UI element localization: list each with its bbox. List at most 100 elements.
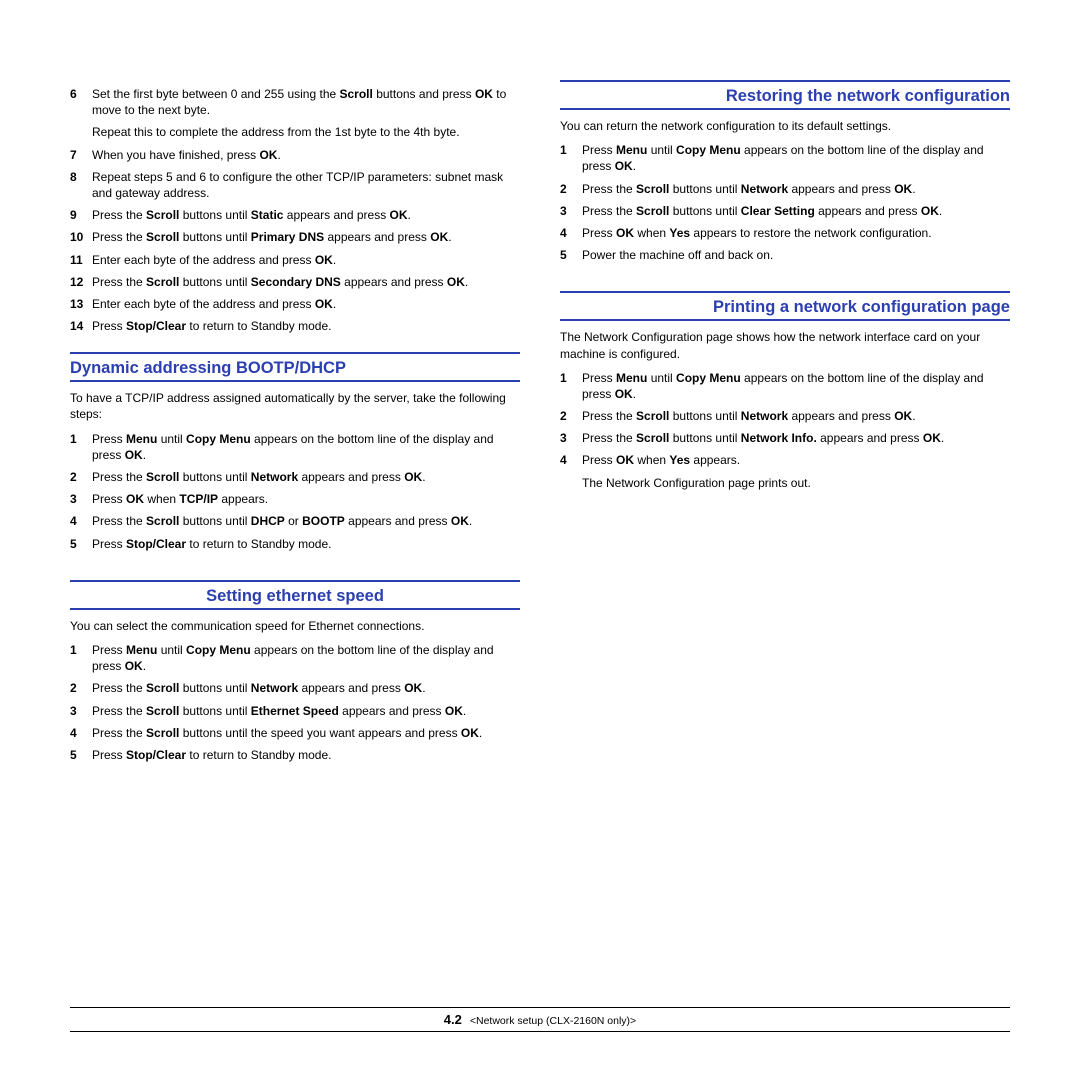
step-row: 9Press the Scroll buttons until Static a… (70, 207, 520, 223)
step-row: 3Press the Scroll buttons until Ethernet… (70, 703, 520, 719)
step-row: 3Press the Scroll buttons until Clear Se… (560, 203, 1010, 219)
step-number: 3 (70, 491, 92, 507)
step-row: 11Enter each byte of the address and pre… (70, 252, 520, 268)
step-number: 2 (560, 181, 582, 197)
step-number: 2 (70, 469, 92, 485)
step-number: 11 (70, 252, 92, 268)
step-text: Press the Scroll buttons until Network I… (582, 430, 1010, 446)
step-number: 4 (560, 225, 582, 241)
step-row: 4Press OK when Yes appears to restore th… (560, 225, 1010, 241)
heading-text: Dynamic addressing BOOTP/DHCP (70, 357, 520, 380)
step-row: 2Press the Scroll buttons until Network … (70, 469, 520, 485)
step-text: Press the Scroll buttons until DHCP or B… (92, 513, 520, 529)
step-number: 1 (70, 431, 92, 447)
step-text: Press the Scroll buttons until Primary D… (92, 229, 520, 245)
restoring-steps: 1Press Menu until Copy Menu appears on t… (560, 142, 1010, 263)
step-row: 4Press the Scroll buttons until the spee… (70, 725, 520, 741)
footer: 4.2 <Network setup (CLX-2160N only)> (70, 1007, 1010, 1032)
step-row: 3Press the Scroll buttons until Network … (560, 430, 1010, 446)
step-row: 14Press Stop/Clear to return to Standby … (70, 318, 520, 334)
step-text: Press Menu until Copy Menu appears on th… (92, 642, 520, 674)
step-number: 1 (560, 370, 582, 386)
printing-steps: 1Press Menu until Copy Menu appears on t… (560, 370, 1010, 491)
step-text: Press Stop/Clear to return to Standby mo… (92, 747, 520, 763)
step-text: Press the Scroll buttons until Secondary… (92, 274, 520, 290)
step-text: Power the machine off and back on. (582, 247, 1010, 263)
step-row: 3Press OK when TCP/IP appears. (70, 491, 520, 507)
step-row: 1Press Menu until Copy Menu appears on t… (70, 642, 520, 674)
step-text: Press the Scroll buttons until Ethernet … (92, 703, 520, 719)
step-text: Press Stop/Clear to return to Standby mo… (92, 318, 520, 334)
ethernet-steps: 1Press Menu until Copy Menu appears on t… (70, 642, 520, 763)
step-row: 5Press Stop/Clear to return to Standby m… (70, 747, 520, 763)
step-text: Press Menu until Copy Menu appears on th… (582, 142, 1010, 174)
step-number: 3 (560, 430, 582, 446)
step-text: Enter each byte of the address and press… (92, 296, 520, 312)
step-number: 10 (70, 229, 92, 245)
step-row: 5Press Stop/Clear to return to Standby m… (70, 536, 520, 552)
step-text: When you have finished, press OK. (92, 147, 520, 163)
step-row: 6Set the first byte between 0 and 255 us… (70, 86, 520, 118)
step-text: Press Menu until Copy Menu appears on th… (92, 431, 520, 463)
step-text: Press OK when Yes appears to restore the… (582, 225, 1010, 241)
step-text: Press the Scroll buttons until Network a… (92, 469, 520, 485)
step-number: 4 (70, 725, 92, 741)
step-text: Press the Scroll buttons until Network a… (582, 181, 1010, 197)
step-text: Press Stop/Clear to return to Standby mo… (92, 536, 520, 552)
step-row: 5Power the machine off and back on. (560, 247, 1010, 263)
step-number: 1 (70, 642, 92, 658)
step-text: Press Menu until Copy Menu appears on th… (582, 370, 1010, 402)
step-number: 8 (70, 169, 92, 185)
continued-steps: 6Set the first byte between 0 and 255 us… (70, 86, 520, 334)
section-intro: You can select the communication speed f… (70, 618, 520, 634)
step-number: 12 (70, 274, 92, 290)
section-intro: The Network Configuration page shows how… (560, 329, 1010, 361)
step-row: 1Press Menu until Copy Menu appears on t… (560, 370, 1010, 402)
page-number: 4.2 (444, 1012, 462, 1027)
step-number: 1 (560, 142, 582, 158)
step-number: 13 (70, 296, 92, 312)
heading-restoring: Restoring the network configuration (560, 80, 1010, 110)
step-row: 8Repeat steps 5 and 6 to configure the o… (70, 169, 520, 201)
step-number: 9 (70, 207, 92, 223)
step-row: 2Press the Scroll buttons until Network … (70, 680, 520, 696)
dynamic-steps: 1Press Menu until Copy Menu appears on t… (70, 431, 520, 552)
step-text: Set the first byte between 0 and 255 usi… (92, 86, 520, 118)
step-text: Press the Scroll buttons until Static ap… (92, 207, 520, 223)
step-row: 1Press Menu until Copy Menu appears on t… (70, 431, 520, 463)
heading-text: Restoring the network configuration (560, 85, 1010, 108)
step-number: 4 (560, 452, 582, 468)
heading-ethernet-speed: Setting ethernet speed (70, 580, 520, 610)
left-column: 6Set the first byte between 0 and 255 us… (70, 80, 520, 769)
step-text: Press the Scroll buttons until Network a… (582, 408, 1010, 424)
step-subtext: The Network Configuration page prints ou… (582, 475, 1010, 491)
section-intro: To have a TCP/IP address assigned automa… (70, 390, 520, 422)
step-number: 3 (560, 203, 582, 219)
step-subtext: Repeat this to complete the address from… (92, 124, 520, 140)
step-number: 5 (560, 247, 582, 263)
step-row: 2Press the Scroll buttons until Network … (560, 181, 1010, 197)
step-text: Press the Scroll buttons until Network a… (92, 680, 520, 696)
step-number: 7 (70, 147, 92, 163)
step-row: 4Press the Scroll buttons until DHCP or … (70, 513, 520, 529)
step-text: Repeat steps 5 and 6 to configure the ot… (92, 169, 520, 201)
step-number: 6 (70, 86, 92, 102)
step-number: 3 (70, 703, 92, 719)
step-row: 12Press the Scroll buttons until Seconda… (70, 274, 520, 290)
step-number: 5 (70, 536, 92, 552)
heading-text: Printing a network configuration page (560, 296, 1010, 319)
step-text: Press the Scroll buttons until the speed… (92, 725, 520, 741)
step-row: 7When you have finished, press OK. (70, 147, 520, 163)
step-number: 2 (560, 408, 582, 424)
step-number: 14 (70, 318, 92, 334)
step-row: 4Press OK when Yes appears. (560, 452, 1010, 468)
step-row: 13Enter each byte of the address and pre… (70, 296, 520, 312)
step-row: 10Press the Scroll buttons until Primary… (70, 229, 520, 245)
step-text: Press OK when Yes appears. (582, 452, 1010, 468)
section-intro: You can return the network configuration… (560, 118, 1010, 134)
step-number: 2 (70, 680, 92, 696)
step-number: 5 (70, 747, 92, 763)
step-text: Enter each byte of the address and press… (92, 252, 520, 268)
step-row: 1Press Menu until Copy Menu appears on t… (560, 142, 1010, 174)
heading-printing: Printing a network configuration page (560, 291, 1010, 321)
